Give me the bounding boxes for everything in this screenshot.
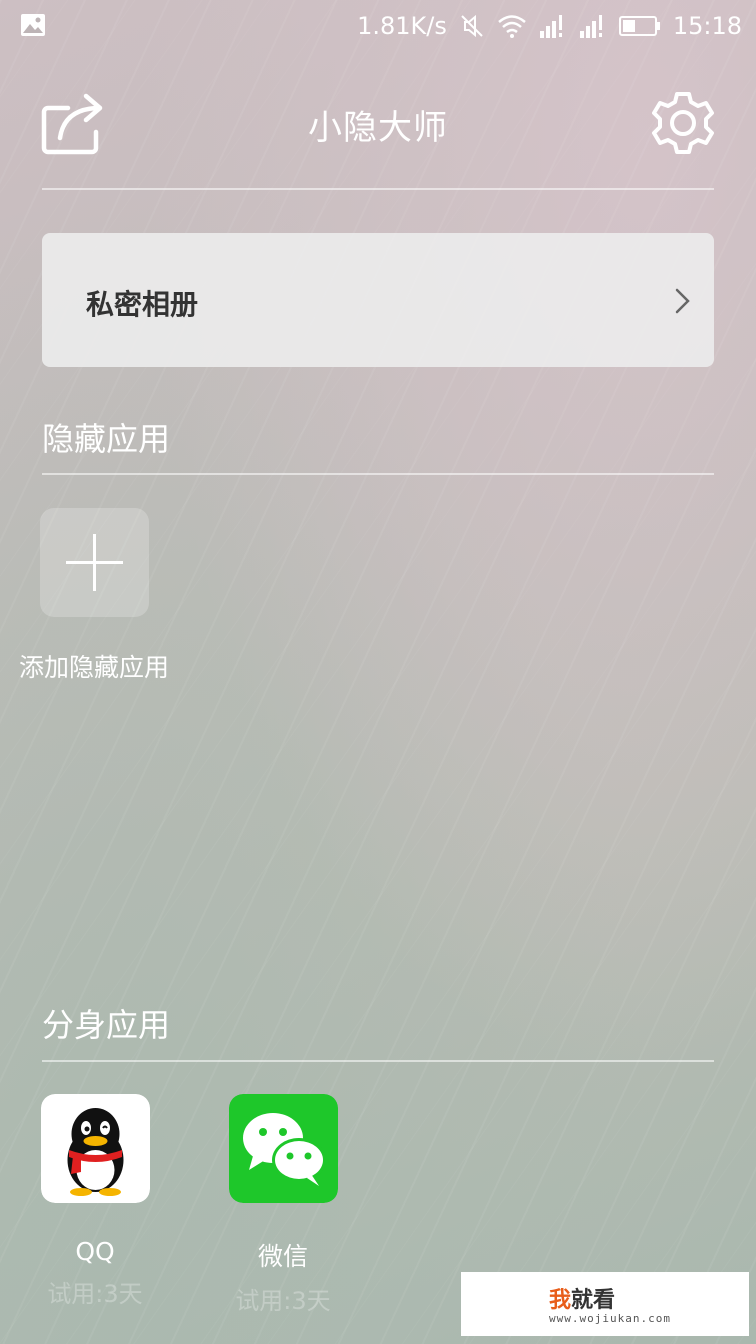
watermark-logo: 我就看 [549,1288,616,1313]
clone-app-name: 微信 [257,1242,308,1271]
clone-app-trial: 试用:3天 [235,1287,331,1315]
clone-apps-title: 分身应用 [42,1006,171,1044]
status-right: 1.81K/s 15:18 [357,8,742,44]
plus-icon [66,534,123,591]
clone-app-wechat[interactable]: 微信 试用:3天 [208,1094,358,1316]
clone-app-trial: 试用:3天 [47,1280,143,1308]
chevron-right-icon [675,288,690,314]
wifi-icon [498,15,526,38]
settings-icon[interactable] [648,88,718,158]
clone-app-name: QQ [75,1237,115,1266]
hidden-apps-title: 隐藏应用 [42,420,171,458]
watermark: 我就看 www.wojiukan.com [461,1272,749,1336]
private-album-label: 私密相册 [86,288,199,321]
add-hidden-app-button[interactable] [40,508,149,617]
network-speed: 1.81K/s [357,12,447,40]
clock: 15:18 [672,12,742,40]
add-hidden-app-label: 添加隐藏应用 [18,653,169,682]
status-bar: 1.81K/s 15:18 [0,0,756,52]
header-divider [42,188,714,190]
private-album-row[interactable]: 私密相册 [42,233,714,367]
clone-app-qq[interactable]: QQ 试用:3天 [20,1094,170,1309]
clone-apps-divider [42,1060,714,1062]
signal-icon [579,15,602,38]
hidden-apps-divider [42,473,714,475]
signal-icon [539,15,562,38]
qq-penguin-icon [40,1094,150,1203]
watermark-url: www.wojiukan.com [549,1312,671,1325]
wechat-icon [228,1094,338,1203]
app-title: 小隐大师 [308,108,448,148]
battery-icon [618,16,660,36]
image-icon [21,14,45,36]
mute-icon [461,14,483,38]
